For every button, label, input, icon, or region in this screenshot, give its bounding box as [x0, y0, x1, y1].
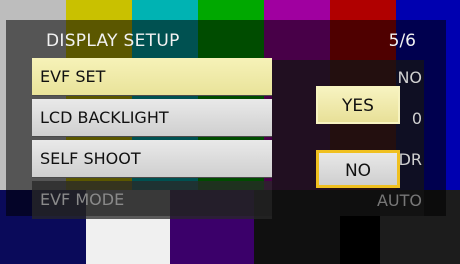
page-title: DISPLAY SETUP	[46, 31, 180, 51]
menu-value-self-shoot: DR	[398, 150, 422, 169]
menu-item-label: EVF MODE	[40, 190, 125, 209]
menu-item-label: LCD BACKLIGHT	[40, 108, 169, 127]
menu-value-evf-set: NO	[397, 68, 422, 87]
page-indicator: 5/6	[388, 31, 416, 51]
yes-button[interactable]: YES	[316, 86, 400, 124]
no-button[interactable]: NO	[316, 150, 400, 188]
menu-item-label: EVF SET	[40, 67, 106, 86]
menu-item-self-shoot[interactable]: SELF SHOOT	[32, 140, 272, 178]
menu-value-evf-mode: AUTO	[376, 191, 422, 210]
menu-item-evf-set[interactable]: EVF SET	[32, 58, 272, 96]
menu-item-lcd-backlight[interactable]: LCD BACKLIGHT	[32, 99, 272, 137]
menu-item-label: SELF SHOOT	[40, 149, 141, 168]
menu-item-evf-mode: EVF MODE	[32, 181, 272, 219]
menu-value-lcd-backlight: 0	[411, 109, 422, 128]
